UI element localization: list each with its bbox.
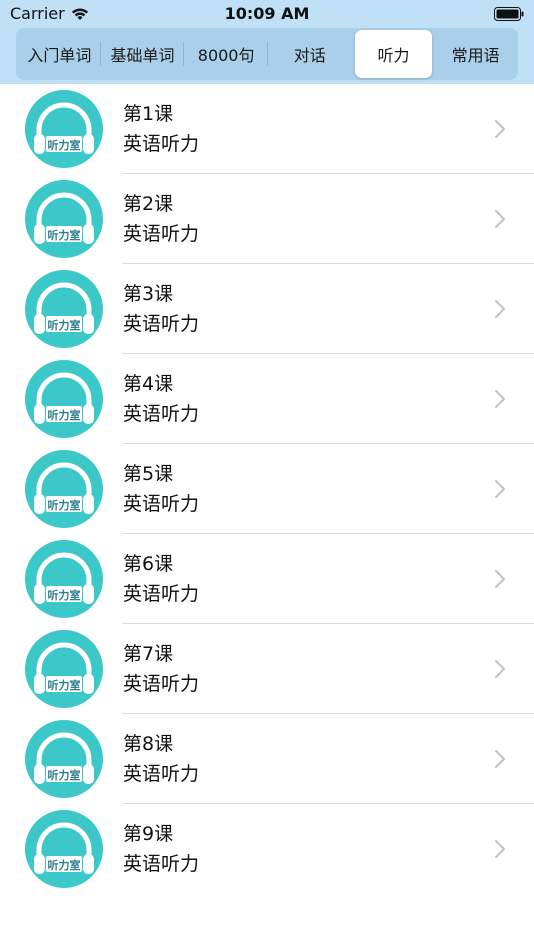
tab-listening[interactable]: 听力 [354,30,433,78]
lesson-subtitle: 英语听力 [123,763,200,785]
lesson-title: 第6课 [123,553,174,575]
headphones-icon: 听力室 [25,540,103,618]
icon-label: 听力室 [48,318,81,332]
lesson-subtitle: 英语听力 [123,493,200,515]
chevron-right-icon [494,209,506,229]
category-segmented-control: 入门单词 基础单词 8000句 对话 听力 常用语 [16,28,518,80]
icon-label: 听力室 [48,138,81,152]
headphones-icon: 听力室 [25,90,103,168]
tab-label: 常用语 [451,46,500,65]
headphones-icon: 听力室 [25,810,103,888]
lesson-row[interactable]: 听力室 第5课 英语听力 [0,444,534,534]
lesson-subtitle: 英语听力 [123,583,200,605]
lesson-subtitle: 英语听力 [123,223,200,245]
headphones-icon: 听力室 [25,360,103,438]
lesson-list: 听力室 第1课 英语听力 听力室 第2课 英语听力 听力室 第3课 英语听力 听… [0,84,534,894]
lesson-subtitle: 英语听力 [123,403,200,425]
lesson-subtitle: 英语听力 [123,673,200,695]
lesson-subtitle: 英语听力 [123,133,200,155]
tab-label: 听力 [377,46,410,65]
lesson-row[interactable]: 听力室 第4课 英语听力 [0,354,534,444]
headphones-icon: 听力室 [25,270,103,348]
chevron-right-icon [494,479,506,499]
icon-label: 听力室 [48,228,81,242]
lesson-row[interactable]: 听力室 第8课 英语听力 [0,714,534,804]
lesson-row[interactable]: 听力室 第7课 英语听力 [0,624,534,714]
headphones-icon: 听力室 [25,630,103,708]
tab-basic-words[interactable]: 基础单词 [101,30,185,78]
icon-label: 听力室 [48,768,81,782]
icon-label: 听力室 [48,858,81,872]
lesson-subtitle: 英语听力 [123,313,200,335]
chevron-right-icon [494,389,506,409]
tab-label: 基础单词 [110,46,175,65]
battery-icon [494,7,524,21]
icon-label: 听力室 [48,678,81,692]
lesson-title: 第8课 [123,733,174,755]
chevron-right-icon [494,299,506,319]
lesson-title: 第4课 [123,373,174,395]
chevron-right-icon [494,659,506,679]
tab-beginner-words[interactable]: 入门单词 [18,30,101,78]
icon-label: 听力室 [48,498,81,512]
chevron-right-icon [494,749,506,769]
icon-label: 听力室 [48,588,81,602]
lesson-title: 第9课 [123,823,174,845]
tab-label: 对话 [293,46,326,65]
lesson-row[interactable]: 听力室 第9课 英语听力 [0,804,534,894]
lesson-subtitle: 英语听力 [123,853,200,875]
tab-dialogue[interactable]: 对话 [268,30,352,78]
lesson-row[interactable]: 听力室 第1课 英语听力 [0,84,534,174]
status-bar: Carrier 10:09 AM [0,0,534,28]
tab-label: 8000句 [197,46,255,65]
icon-label: 听力室 [48,408,81,422]
lesson-title: 第1课 [123,103,174,125]
tab-label: 入门单词 [27,46,92,65]
headphones-icon: 听力室 [25,180,103,258]
chevron-right-icon [494,119,506,139]
lesson-row[interactable]: 听力室 第3课 英语听力 [0,264,534,354]
lesson-row[interactable]: 听力室 第6课 英语听力 [0,534,534,624]
headphones-icon: 听力室 [25,450,103,528]
headphones-icon: 听力室 [25,720,103,798]
lesson-row[interactable]: 听力室 第2课 英语听力 [0,174,534,264]
header: Carrier 10:09 AM 入门单词 基础单词 8000句 对话 听力 常… [0,0,534,84]
status-time: 10:09 AM [224,4,310,23]
tab-common-phrases[interactable]: 常用语 [435,30,516,78]
tab-8000-sentences[interactable]: 8000句 [184,30,268,78]
lesson-title: 第7课 [123,643,174,665]
lesson-title: 第2课 [123,193,174,215]
chevron-right-icon [494,839,506,859]
lesson-title: 第5课 [123,463,174,485]
lesson-title: 第3课 [123,283,174,305]
chevron-right-icon [494,569,506,589]
